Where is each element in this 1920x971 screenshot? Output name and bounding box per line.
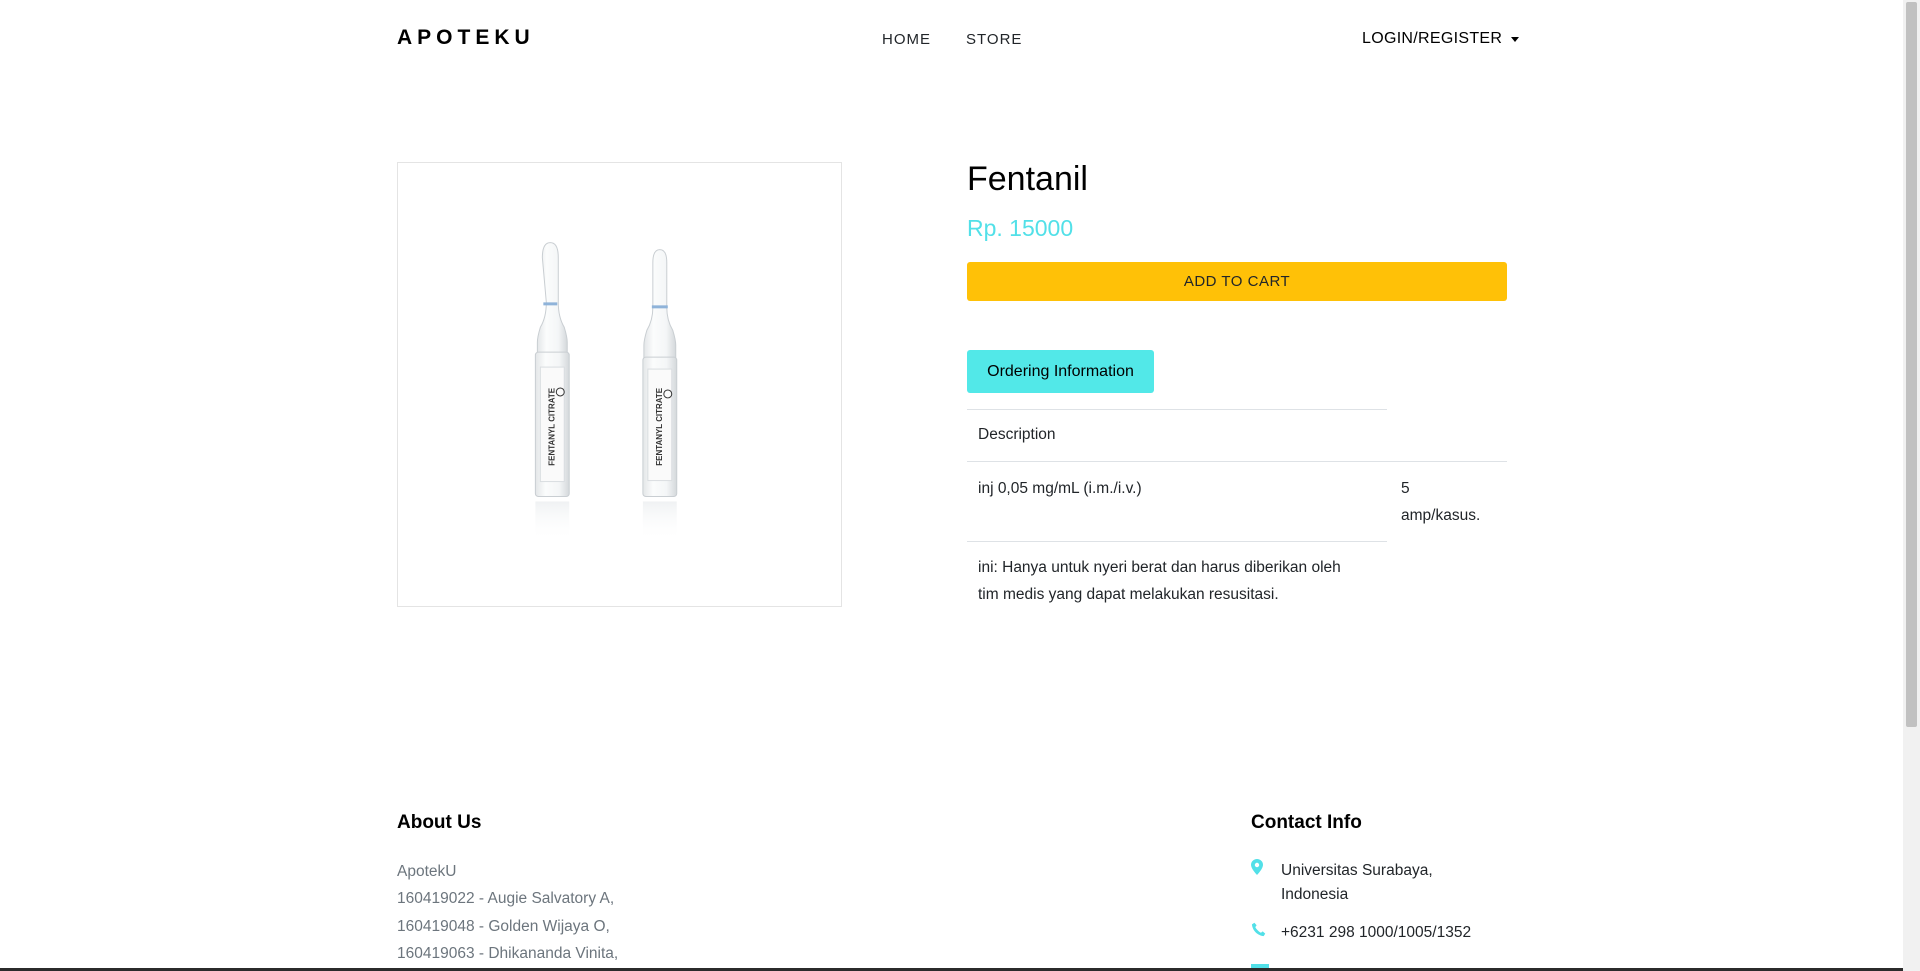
ampoule-label-left: FENTANYL CITRATE bbox=[547, 388, 556, 466]
table-divider bbox=[967, 541, 1387, 542]
note-line: ini: Hanya untuk nyeri berat dan harus d… bbox=[978, 559, 1341, 576]
about-line: 160419022 - Augie Salvatory A, bbox=[397, 890, 615, 907]
contact-phone: +6231 298 1000/1005/1352 bbox=[1251, 921, 1471, 945]
about-line: 160419048 - Golden Wijaya O, bbox=[397, 918, 610, 935]
phone-icon bbox=[1251, 921, 1281, 945]
phone-number[interactable]: +6231 298 1000/1005/1352 bbox=[1281, 921, 1471, 945]
quantity-unit: amp/kasus. bbox=[1401, 507, 1481, 524]
table-divider bbox=[967, 461, 1507, 462]
table-cell-note: ini: Hanya untuk nyeri berat dan harus d… bbox=[978, 554, 1341, 608]
caret-down-icon bbox=[1511, 36, 1520, 42]
about-line: ApotekU bbox=[397, 863, 457, 880]
table-cell-description: inj 0,05 mg/mL (i.m./i.v.) bbox=[978, 480, 1142, 497]
note-line: tim medis yang dapat melakukan resusitas… bbox=[978, 586, 1279, 603]
table-header-description: Description bbox=[978, 426, 1056, 443]
scrollbar-thumb[interactable] bbox=[1906, 2, 1917, 727]
product-title: Fentanil bbox=[967, 160, 1088, 198]
address-line: Universitas Surabaya, bbox=[1281, 862, 1433, 879]
login-register-label: LOGIN/REGISTER bbox=[1362, 30, 1503, 47]
about-us-title: About Us bbox=[397, 812, 482, 833]
nav-links: HOME STORE bbox=[882, 31, 1022, 48]
nav-store-link[interactable]: STORE bbox=[966, 31, 1022, 48]
login-register-dropdown[interactable]: LOGIN/REGISTER bbox=[1362, 30, 1520, 48]
address-line: Indonesia bbox=[1281, 886, 1349, 903]
table-cell-quantity: 5 amp/kasus. bbox=[1401, 475, 1480, 529]
contact-address: Universitas Surabaya, Indonesia bbox=[1251, 859, 1433, 907]
ampoule-left: FENTANYL CITRATE bbox=[534, 242, 570, 542]
table-divider bbox=[967, 409, 1387, 410]
contact-info-title: Contact Info bbox=[1251, 812, 1362, 833]
product-price: Rp. 15000 bbox=[967, 215, 1074, 241]
ampoule-label-right: FENTANYL CITRATE bbox=[655, 388, 664, 466]
navbar: APOTEKU HOME STORE LOGIN/REGISTER bbox=[0, 0, 1900, 80]
brand-logo[interactable]: APOTEKU bbox=[397, 26, 535, 50]
product-image: FENTANYL CITRATE FENTANYL CITRATE bbox=[397, 162, 842, 607]
tab-ordering-information[interactable]: Ordering Information bbox=[967, 350, 1154, 393]
nav-home-link[interactable]: HOME bbox=[882, 31, 931, 48]
ampoules-photo: FENTANYL CITRATE FENTANYL CITRATE bbox=[534, 242, 678, 542]
map-marker-icon bbox=[1251, 859, 1281, 907]
about-line: 160419063 - Dhikananda Vinita, bbox=[397, 945, 619, 962]
add-to-cart-button[interactable]: ADD TO CART bbox=[967, 262, 1507, 301]
vertical-scrollbar[interactable] bbox=[1903, 0, 1920, 971]
quantity-value: 5 bbox=[1401, 480, 1410, 497]
ampoule-right: FENTANYL CITRATE bbox=[642, 249, 678, 542]
